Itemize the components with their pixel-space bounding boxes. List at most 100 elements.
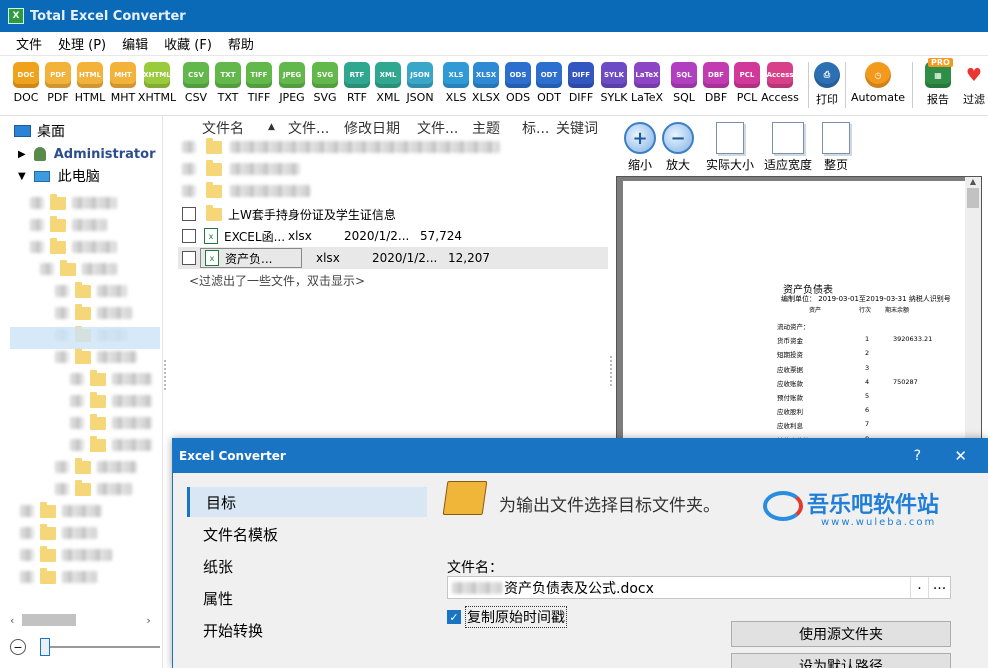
- zoom-slider[interactable]: −: [10, 636, 170, 658]
- tree-item[interactable]: [70, 390, 152, 412]
- tree-item[interactable]: [20, 500, 102, 522]
- sql-format-button[interactable]: SQL SQL: [668, 62, 700, 104]
- tree-item[interactable]: [55, 302, 132, 324]
- latex-format-icon: LaTeX: [634, 62, 660, 88]
- tiff-format-button[interactable]: TIFF TIFF: [243, 62, 275, 104]
- dbf-format-button[interactable]: DBF DBF: [700, 62, 732, 104]
- report-button[interactable]: ▦ PRO 报告: [922, 58, 954, 107]
- column-header-keywords[interactable]: 关键词: [556, 118, 598, 138]
- scroll-thumb[interactable]: [22, 614, 77, 626]
- doc-format-button[interactable]: DOC DOC: [10, 62, 42, 104]
- nav-item-filename-template[interactable]: 文件名模板: [187, 519, 427, 549]
- tree-item-desktop[interactable]: 桌面: [14, 120, 65, 142]
- actual-size-button[interactable]: 实际大小: [706, 122, 754, 173]
- column-header-date[interactable]: 修改日期: [344, 118, 400, 138]
- json-format-button[interactable]: JSON JSON: [404, 62, 436, 104]
- zoom-minus-icon[interactable]: −: [10, 639, 26, 655]
- rtf-format-button[interactable]: RTF RTF: [341, 62, 373, 104]
- odt-format-button[interactable]: ODT ODT: [533, 62, 565, 104]
- menu-favorites[interactable]: 收藏 (F): [156, 34, 220, 53]
- tree-item[interactable]: [20, 544, 112, 566]
- copy-timestamp-checkbox[interactable]: ✓ 复制原始时间戳: [447, 606, 567, 628]
- mht-format-button[interactable]: MHT MHT: [107, 62, 139, 104]
- csv-format-button[interactable]: CSV CSV: [180, 62, 212, 104]
- checkbox-checked[interactable]: ✓: [447, 610, 461, 624]
- column-header-title[interactable]: 标...: [522, 118, 549, 138]
- tree-item-computer[interactable]: ▼ 此电脑: [18, 165, 100, 187]
- tree-item-user[interactable]: ▶ Administrator: [18, 143, 155, 165]
- tree-item[interactable]: [70, 412, 152, 434]
- filtered-files-note[interactable]: <过滤出了一些文件，双击显示>: [189, 272, 365, 289]
- tree-item[interactable]: [70, 434, 152, 456]
- nav-item-target[interactable]: 目标: [187, 487, 427, 517]
- access-format-button[interactable]: Access Access: [761, 62, 799, 104]
- extension-button[interactable]: .: [910, 577, 928, 598]
- pcl-format-button[interactable]: PCL PCL: [731, 62, 763, 104]
- tree-item[interactable]: [30, 192, 117, 214]
- tree-item[interactable]: [30, 236, 117, 258]
- zoom-out-button[interactable]: + 缩小: [624, 122, 656, 173]
- tree-item[interactable]: [20, 566, 97, 588]
- horizontal-scrollbar[interactable]: ‹ ›: [10, 612, 160, 628]
- selected-tree-item[interactable]: [10, 327, 160, 349]
- help-icon[interactable]: ?: [914, 448, 921, 464]
- full-page-button[interactable]: 整页: [822, 122, 850, 173]
- pane-splitter[interactable]: [164, 360, 168, 390]
- scroll-right-icon[interactable]: ›: [146, 614, 150, 627]
- set-default-path-button[interactable]: 设为默认路径: [731, 653, 951, 668]
- use-source-folder-button[interactable]: 使用源文件夹: [731, 621, 951, 647]
- zoom-slider-thumb[interactable]: [40, 638, 50, 656]
- tree-item[interactable]: [30, 214, 107, 236]
- tree-item[interactable]: [55, 280, 127, 302]
- xls-format-button[interactable]: XLS XLS: [440, 62, 472, 104]
- svg-format-button[interactable]: SVG SVG: [309, 62, 341, 104]
- file-row[interactable]: x EXCEL函... xlsx 2020/1/2... 57,724: [178, 225, 608, 247]
- sylk-format-button[interactable]: SYLK SYLK: [598, 62, 630, 104]
- xlsx-format-button[interactable]: XLSX XLSX: [470, 62, 502, 104]
- close-icon[interactable]: ✕: [954, 447, 967, 465]
- file-row-checkbox[interactable]: [182, 251, 196, 265]
- scroll-left-icon[interactable]: ‹: [10, 614, 14, 627]
- fit-width-button[interactable]: 适应宽度: [764, 122, 812, 173]
- jpeg-format-button[interactable]: JPEG JPEG: [276, 62, 308, 104]
- preview-scroll-thumb[interactable]: [967, 188, 979, 208]
- txt-format-button[interactable]: TXT TXT: [212, 62, 244, 104]
- xml-format-button[interactable]: XML XML: [372, 62, 404, 104]
- tree-item[interactable]: [55, 456, 137, 478]
- file-row-selected[interactable]: x 资产负... xlsx 2020/1/2... 12,207: [178, 247, 608, 269]
- tree-item[interactable]: [55, 346, 137, 368]
- preview-scroll-up-icon[interactable]: ▲: [965, 177, 981, 186]
- menu-edit[interactable]: 编辑: [114, 34, 156, 53]
- file-row[interactable]: 上W套手持身份证及学生证信息: [178, 203, 608, 225]
- latex-format-button[interactable]: LaTeX LaTeX: [631, 62, 663, 104]
- nav-item-paper[interactable]: 纸张: [187, 551, 427, 581]
- file-row-checkbox[interactable]: [182, 207, 196, 221]
- column-header-name[interactable]: 文件名: [202, 118, 244, 138]
- automate-button[interactable]: ◷ Automate: [851, 62, 905, 104]
- filename-field[interactable]: 资产负债表及公式.docx . ...: [447, 576, 951, 599]
- pdf-format-button[interactable]: PDF PDF: [42, 62, 74, 104]
- browse-button[interactable]: ...: [928, 577, 950, 598]
- column-header-size[interactable]: 文件...: [417, 118, 458, 138]
- ods-format-button[interactable]: ODS ODS: [502, 62, 534, 104]
- diff-format-button[interactable]: DIFF DIFF: [565, 62, 597, 104]
- xhtml-format-button[interactable]: XHTML XHTML: [138, 62, 176, 104]
- column-header-subject[interactable]: 主题: [472, 118, 500, 138]
- tree-item[interactable]: [55, 478, 132, 500]
- nav-item-start-conversion[interactable]: 开始转换: [187, 615, 427, 645]
- nav-item-properties[interactable]: 属性: [187, 583, 427, 613]
- menu-process[interactable]: 处理 (P): [50, 34, 114, 53]
- html-format-button[interactable]: HTML HTML: [74, 62, 106, 104]
- column-header-type[interactable]: 文件...: [288, 118, 329, 138]
- file-row-checkbox[interactable]: [182, 229, 196, 243]
- print-button[interactable]: ⎙ 打印: [811, 62, 843, 107]
- filter-button[interactable]: ♥ 过滤: [958, 62, 988, 107]
- tree-item[interactable]: [70, 368, 152, 390]
- file-name-focus[interactable]: x 资产负...: [200, 248, 302, 268]
- menu-help[interactable]: 帮助: [220, 34, 262, 53]
- menu-file[interactable]: 文件: [8, 34, 50, 53]
- zoom-in-button[interactable]: − 放大: [662, 122, 694, 173]
- preview-scrollbar[interactable]: ▲: [965, 177, 981, 447]
- tree-item[interactable]: [20, 522, 97, 544]
- tree-item[interactable]: [40, 258, 117, 280]
